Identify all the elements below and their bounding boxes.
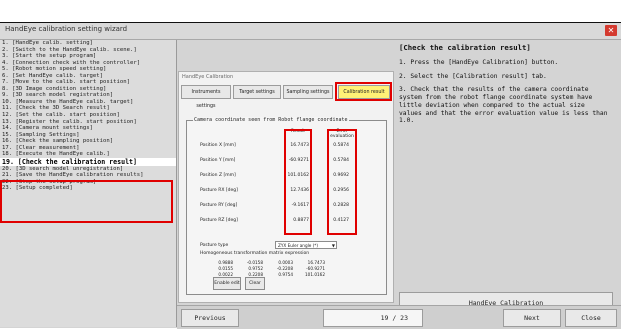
matrix-cell: -0.2208 — [276, 266, 293, 271]
matrix-cell: 101.0162 — [305, 272, 325, 277]
top-margin — [0, 0, 621, 22]
matrix-cell: 0.0003 — [278, 260, 293, 265]
enable-edit-button[interactable]: Enable edit — [213, 277, 241, 290]
highlight-box-steps — [0, 180, 173, 223]
panel-title: Camera coordinate seen from Robot flange… — [193, 117, 349, 123]
close-window-button[interactable]: ✕ — [605, 25, 617, 36]
tab-target-settings[interactable]: Target settings — [233, 85, 281, 99]
row-label: Posture RZ [deg] — [200, 218, 238, 223]
highlight-box-tab — [335, 82, 392, 101]
wizard-window: HandEye calibration setting wizard ✕ 1. … — [0, 22, 621, 329]
result-panel: Camera coordinate seen from Robot flange… — [186, 117, 387, 295]
instruction-item: 2. Select the [Calibration result] tab. — [399, 72, 547, 80]
posture-type-value: ZYX Euler angle (*) — [278, 243, 319, 248]
close-button[interactable]: Close — [565, 309, 617, 327]
page-indicator: 19 / 23 — [323, 309, 423, 327]
posture-type-label: Posture type — [200, 243, 229, 248]
matrix-cell: 0.9752 — [248, 266, 263, 271]
matrix-cell: 16.7473 — [307, 260, 325, 265]
posture-type-select[interactable]: ZYX Euler angle (*) ▼ — [275, 241, 337, 249]
title-bar: HandEye calibration setting wizard ✕ — [0, 23, 621, 40]
dialog-title: HandEye Calibration — [182, 74, 234, 80]
chevron-down-icon: ▼ — [331, 243, 335, 248]
instruction-item: 1. Press the [HandEye Calibration] butto… — [399, 59, 559, 66]
row-label: Posture RX [deg] — [200, 188, 238, 193]
tab-instruments-settings[interactable]: Instruments settings — [181, 85, 231, 109]
matrix-cell: 0.0155 — [218, 266, 233, 271]
step-item-current: 19. [Check the calibration result] — [0, 157, 176, 166]
navigation-bar: Previous 19 / 23 Next Close — [177, 305, 621, 329]
row-label: Posture RY [deg] — [200, 203, 238, 208]
highlight-box-error — [327, 129, 357, 235]
instruction-heading: [Check the calibration result] — [399, 43, 531, 52]
previous-button[interactable]: Previous — [181, 309, 239, 327]
matrix-cell: -0.0158 — [246, 260, 263, 265]
matrix-cell: 0.9754 — [278, 272, 293, 277]
row-label: Position Y [mm] — [200, 158, 236, 163]
row-label: Position X [mm] — [200, 143, 236, 148]
instruction-panel: [Check the calibration result] 1. Press … — [399, 43, 611, 131]
calibration-dialog-screenshot: HandEye Calibration Instruments settings… — [178, 71, 394, 303]
matrix-cell: -60.9271 — [306, 266, 325, 271]
clear-button[interactable]: Clear — [245, 277, 265, 290]
highlight-box-result — [284, 129, 312, 235]
matrix-title: Homogeneous transformation matrix expres… — [200, 251, 310, 256]
window-title: HandEye calibration setting wizard — [5, 25, 128, 33]
row-label: Position Z [mm] — [200, 173, 236, 178]
tab-sampling-settings[interactable]: Sampling settings — [283, 85, 333, 99]
instruction-item: 3. Check that the results of the camera … — [399, 86, 608, 125]
matrix-cell: 0.9888 — [218, 260, 233, 265]
next-button[interactable]: Next — [503, 309, 561, 327]
